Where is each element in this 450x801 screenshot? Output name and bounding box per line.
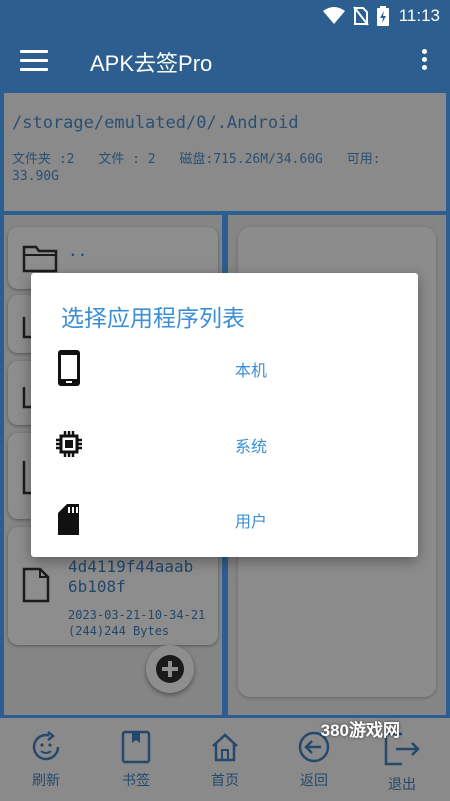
nav-bookmark[interactable]: 书签 (96, 730, 176, 790)
option-label: 系统 (234, 437, 267, 456)
file-count: 文件 : 2 (98, 152, 156, 167)
home-icon (212, 733, 238, 762)
option-system[interactable]: 系统 (31, 414, 418, 474)
hamburger-menu-icon[interactable] (20, 50, 48, 72)
folder-count: 文件夹 :2 (12, 152, 75, 167)
file-size: (244)244 Bytes (68, 624, 170, 638)
bookmark-icon (121, 730, 151, 764)
option-user[interactable]: 用户 (31, 489, 418, 549)
current-path: /storage/emulated/0/.Android (12, 113, 299, 133)
more-vert-icon[interactable] (422, 49, 428, 73)
add-circle-icon (156, 655, 184, 683)
available-label: 可用: (346, 152, 381, 167)
app-title: APK去签Pro (90, 51, 213, 76)
status-bar: 11:13 (0, 0, 450, 32)
refresh-face-icon (32, 731, 60, 761)
chip-icon (56, 431, 82, 457)
dialog-title: 选择应用程序列表 (61, 306, 245, 332)
watermark: 380游戏网 (320, 721, 400, 740)
nav-home[interactable]: 首页 (185, 730, 265, 790)
nav-label: 首页 (211, 773, 239, 789)
disk-usage: 磁盘:715.26M/34.60G (179, 152, 323, 167)
nav-refresh[interactable]: 刷新 (6, 730, 86, 790)
file-name: .. (68, 241, 88, 260)
nav-label: 返回 (300, 773, 328, 789)
phone-icon (58, 350, 80, 386)
status-icons: 11:13 (322, 6, 440, 26)
sd-card-icon (58, 504, 79, 535)
available-value: 33.90G (12, 169, 59, 184)
battery-charging-icon (376, 6, 389, 26)
wifi-icon (322, 7, 345, 24)
nav-label: 刷新 (32, 773, 60, 789)
status-time: 11:13 (398, 6, 440, 25)
option-label: 用户 (234, 512, 267, 531)
path-panel: /storage/emulated/0/.Android 文件夹 :2 文件 :… (4, 93, 446, 211)
app-list-dialog: 选择应用程序列表 本机 系统 用户 (31, 273, 418, 557)
add-button[interactable] (146, 645, 194, 693)
option-local[interactable]: 本机 (31, 338, 418, 398)
no-sim-icon (352, 6, 369, 26)
file-name: 4d4119f44aaab 6b108f (68, 557, 194, 596)
app-bar: APK去签Pro (0, 32, 450, 90)
file-icon (22, 567, 50, 603)
storage-info: 文件夹 :2 文件 : 2 磁盘:715.26M/34.60G 可用: 33.9… (12, 151, 442, 185)
folder-icon (22, 245, 58, 273)
option-label: 本机 (234, 361, 267, 380)
file-date: 2023-03-21-10-34-21 (68, 608, 206, 622)
nav-label: 退出 (388, 777, 416, 793)
nav-label: 书签 (122, 773, 150, 789)
